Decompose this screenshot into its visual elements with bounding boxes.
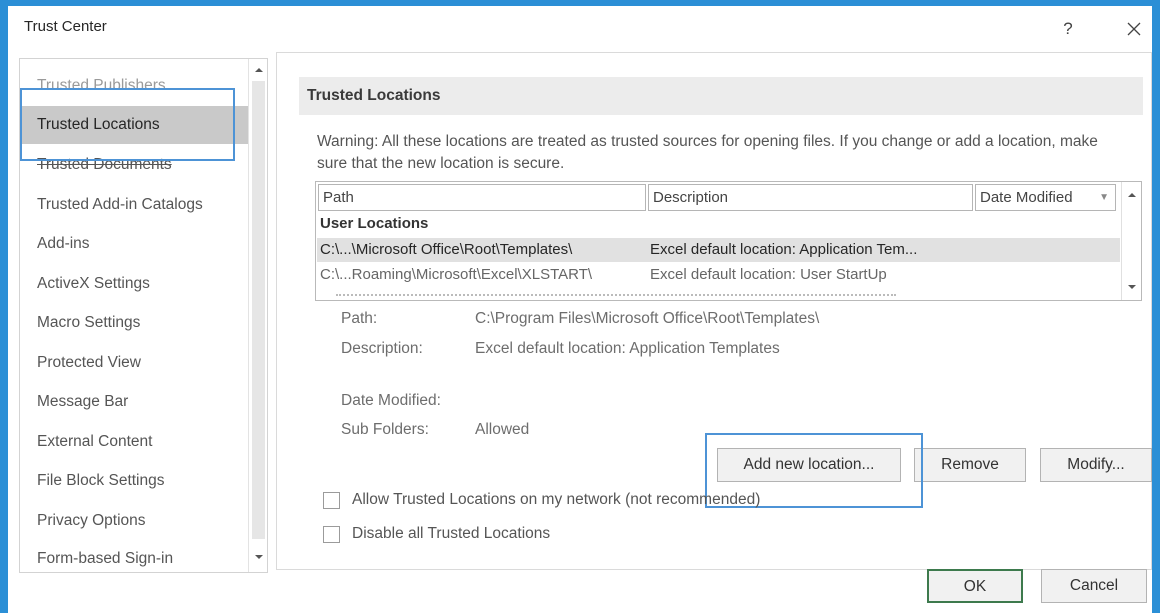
sidebar-item-add-ins[interactable]: Add-ins [20, 225, 248, 263]
chevron-down-icon [254, 555, 263, 559]
table-scrollbar[interactable] [1121, 182, 1141, 300]
allow-network-checkbox[interactable] [323, 492, 340, 509]
warning-text: Warning: All these locations are treated… [317, 133, 1098, 172]
sidebar-item-label: Trusted Publishers [37, 77, 166, 94]
cell-path: C:\...Roaming\Microsoft\Excel\XLSTART\ [320, 266, 593, 283]
column-header-date-modified[interactable]: Date Modified ▼ [975, 184, 1116, 211]
close-icon [1127, 22, 1141, 36]
sidebar-item-label: External Content [37, 433, 153, 450]
trust-center-dialog: Trust Center ? Trusted Publishers Truste… [8, 6, 1152, 613]
dialog-title: Trust Center [24, 18, 107, 35]
allow-network-label: Allow Trusted Locations on my network (n… [352, 491, 761, 508]
sidebar-item-label: Macro Settings [37, 314, 141, 331]
sidebar-item-trusted-locations[interactable]: Trusted Locations [20, 106, 248, 144]
sidebar-item-form-based-sign-in[interactable]: Form-based Sign-in [20, 540, 248, 572]
sidebar-item-trusted-add-in-catalogs[interactable]: Trusted Add-in Catalogs [20, 186, 248, 224]
scroll-down-arrow[interactable] [249, 548, 267, 566]
sidebar-item-label: File Block Settings [37, 472, 165, 489]
cell-description: Excel default location: Application Tem.… [650, 241, 918, 258]
main-panel: Trusted Locations Warning: All these loc… [276, 52, 1152, 570]
sidebar-item-label: Add-ins [37, 235, 90, 252]
sub-folders-value: Allowed [475, 421, 530, 438]
group-label-user-locations: User Locations [320, 215, 429, 232]
sidebar-item-label: Message Bar [37, 393, 129, 410]
chevron-down-icon [1127, 285, 1136, 289]
sidebar-item-label: Privacy Options [37, 512, 146, 529]
table-row[interactable]: C:\...Roaming\Microsoft\Excel\XLSTART\ E… [317, 263, 1120, 287]
sidebar-item-trusted-documents[interactable]: Trusted Documents [20, 146, 248, 184]
sidebar-item-message-bar[interactable]: Message Bar [20, 383, 248, 421]
chevron-up-icon [1127, 193, 1136, 197]
scroll-up-arrow[interactable] [249, 61, 267, 79]
sidebar-item-macro-settings[interactable]: Macro Settings [20, 304, 248, 342]
title-bar: Trust Center ? [8, 6, 1152, 50]
table-scroll-down-arrow[interactable] [1122, 278, 1141, 296]
sidebar-item-trusted-publishers[interactable]: Trusted Publishers [20, 67, 248, 105]
remove-button[interactable]: Remove [914, 448, 1026, 482]
sidebar-scroll-thumb[interactable] [252, 81, 265, 539]
path-value: C:\Program Files\Microsoft Office\Root\T… [475, 310, 820, 327]
disable-all-label: Disable all Trusted Locations [352, 525, 551, 542]
sidebar-item-label: Trusted Locations [37, 116, 160, 133]
cell-path: C:\...\Microsoft Office\Root\Templates\ [320, 241, 573, 258]
sidebar-item-protected-view[interactable]: Protected View [20, 344, 248, 382]
path-label: Path: [341, 310, 378, 327]
sidebar-item-privacy-options[interactable]: Privacy Options [20, 502, 248, 540]
cell-description: Excel default location: User StartUp [650, 266, 887, 283]
sidebar-item-file-block-settings[interactable]: File Block Settings [20, 462, 248, 500]
description-label: Description: [341, 340, 423, 357]
sidebar-item-external-content[interactable]: External Content [20, 423, 248, 461]
sidebar-item-activex-settings[interactable]: ActiveX Settings [20, 265, 248, 303]
cancel-button[interactable]: Cancel [1041, 569, 1147, 603]
chevron-up-icon [254, 68, 263, 72]
sidebar-item-label: ActiveX Settings [37, 275, 150, 292]
section-title: Trusted Locations [299, 77, 1143, 115]
description-value: Excel default location: Application Temp… [475, 340, 780, 357]
table-scroll-up-arrow[interactable] [1122, 186, 1141, 204]
column-header-description[interactable]: Description [648, 184, 973, 211]
sidebar-scrollbar[interactable] [248, 59, 267, 572]
help-button[interactable]: ? [1053, 14, 1083, 44]
sidebar-item-label: Trusted Add-in Catalogs [37, 196, 203, 213]
sort-descending-icon: ▼ [1099, 192, 1109, 203]
table-row[interactable]: C:\...\Microsoft Office\Root\Templates\ … [317, 238, 1120, 262]
sidebar-item-label: Protected View [37, 354, 141, 371]
column-header-label: Date Modified [980, 189, 1073, 206]
column-header-path[interactable]: Path [318, 184, 646, 211]
column-header-label: Path [323, 189, 354, 206]
sub-folders-label: Sub Folders: [341, 421, 429, 438]
ok-button[interactable]: OK [927, 569, 1023, 603]
date-modified-label: Date Modified: [341, 392, 441, 409]
close-button[interactable] [1119, 14, 1149, 44]
add-new-location-button[interactable]: Add new location... [717, 448, 901, 482]
sidebar-item-label: Trusted Documents [37, 156, 172, 173]
disable-all-checkbox[interactable] [323, 526, 340, 543]
trusted-locations-table: Path Description Date Modified ▼ User Lo… [315, 181, 1142, 301]
column-header-label: Description [653, 189, 729, 206]
partially-visible-row [336, 294, 896, 298]
sidebar-item-label: Form-based Sign-in [37, 550, 174, 567]
sidebar: Trusted Publishers Trusted Locations Tru… [19, 58, 268, 573]
modify-button[interactable]: Modify... [1040, 448, 1152, 482]
